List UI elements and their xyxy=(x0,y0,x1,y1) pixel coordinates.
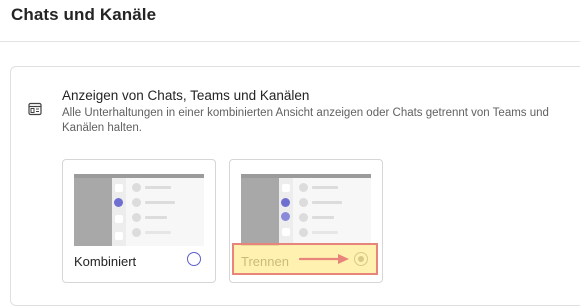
section-heading: Anzeigen von Chats, Teams und Kanälen xyxy=(62,88,310,103)
preview-line xyxy=(145,216,167,219)
preview-combined xyxy=(74,174,204,246)
preview-separate xyxy=(241,174,371,246)
preview-avatar xyxy=(132,183,141,192)
preview-line xyxy=(145,186,171,189)
preview-avatar xyxy=(299,183,308,192)
preview-line xyxy=(145,201,175,204)
header-divider xyxy=(0,41,580,42)
page-title: Chats und Kanäle xyxy=(11,5,157,24)
preview-rail xyxy=(112,178,126,246)
preview-avatar xyxy=(132,213,141,222)
preview-avatar xyxy=(132,198,141,207)
teams-rail-icon xyxy=(281,212,290,221)
option-card-combined[interactable]: Kombiniert xyxy=(62,159,216,283)
preview-line xyxy=(312,216,334,219)
rail-item xyxy=(282,184,290,192)
radio-checked-dot xyxy=(357,255,364,262)
option-label-separate: Trennen xyxy=(241,254,289,269)
preview-avatar xyxy=(299,213,308,222)
preview-pane xyxy=(126,178,204,246)
preview-avatar xyxy=(299,228,308,237)
preview-line xyxy=(312,231,338,234)
preview-rail xyxy=(279,178,293,246)
preview-line xyxy=(312,186,338,189)
preview-avatar xyxy=(132,228,141,237)
rail-item xyxy=(115,184,123,192)
layout-icon xyxy=(28,102,42,116)
section-description: Alle Unterhaltungen in einer kombinierte… xyxy=(62,107,549,134)
preview-avatar xyxy=(299,198,308,207)
rail-item xyxy=(282,228,290,236)
rail-item xyxy=(115,232,123,240)
rail-item xyxy=(115,215,123,223)
preview-line xyxy=(145,231,171,234)
preview-line xyxy=(312,201,342,204)
radio-separate[interactable] xyxy=(354,252,368,266)
option-card-separate[interactable]: Trennen xyxy=(229,159,383,283)
option-label-combined: Kombiniert xyxy=(74,254,137,269)
chat-rail-icon xyxy=(114,198,123,207)
chat-rail-icon xyxy=(281,198,290,207)
preview-pane xyxy=(293,178,371,246)
radio-combined[interactable] xyxy=(187,252,201,266)
